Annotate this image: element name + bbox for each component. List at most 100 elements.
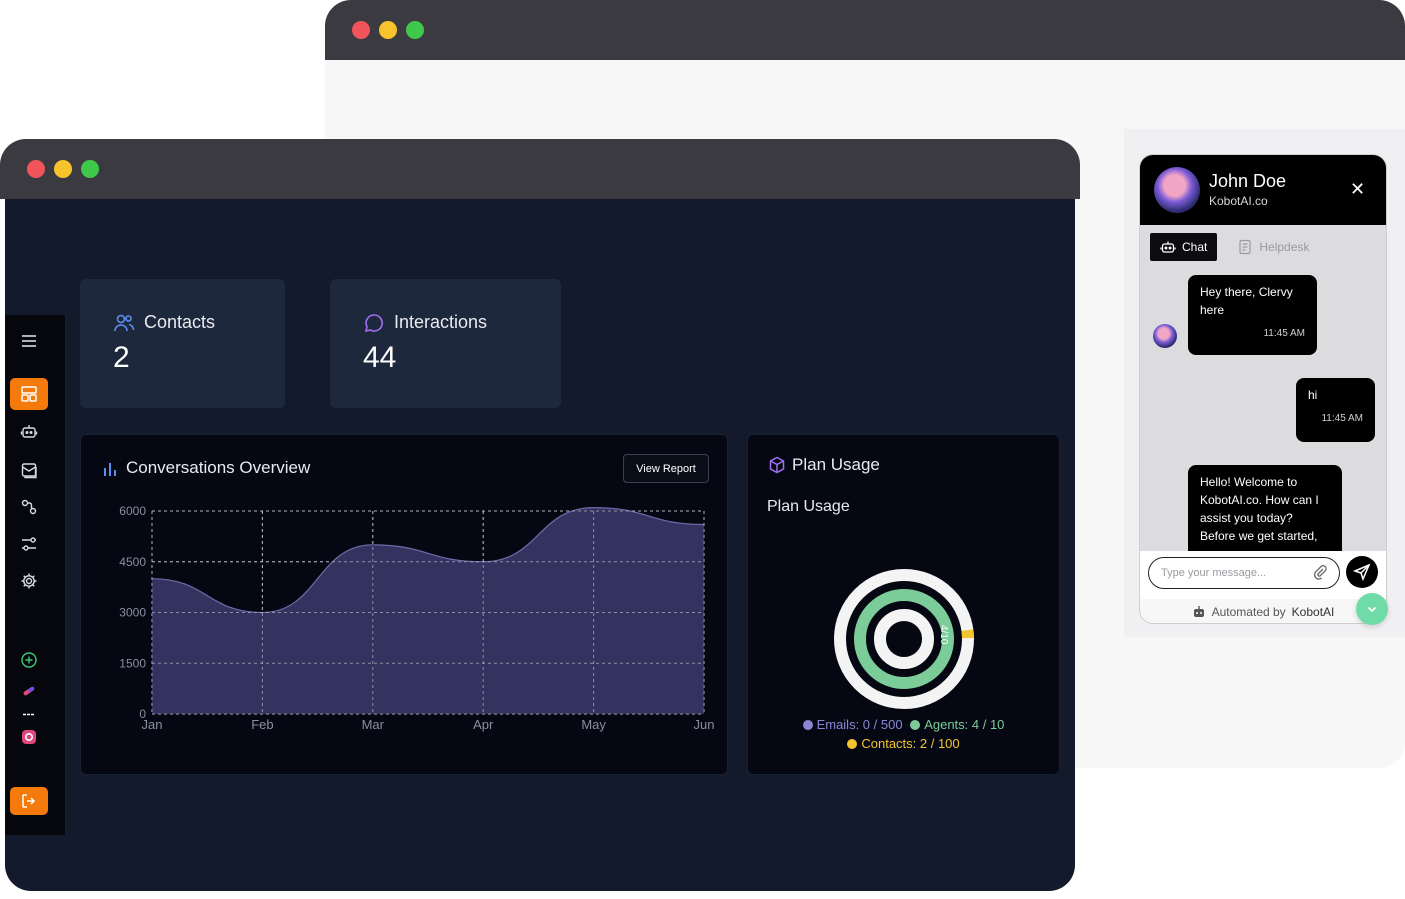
- widget-footer: Automated by KobotAI: [1140, 599, 1386, 623]
- view-report-button[interactable]: View Report: [623, 454, 709, 483]
- document-icon: [1239, 239, 1251, 255]
- message-time: 11:45 AM: [1263, 328, 1305, 339]
- x-tick-label: Mar: [362, 717, 385, 732]
- dashboard-icon: [21, 386, 37, 402]
- plan-usage-panel: Plan Usage Plan Usage 4/10 Emails: 0 / 5…: [747, 434, 1060, 775]
- close-icon[interactable]: ✕: [1350, 179, 1365, 200]
- ring-track-inner: [874, 609, 934, 669]
- menu-button[interactable]: [10, 325, 48, 357]
- bar-chart-icon: [104, 463, 116, 476]
- contacts-value: 2: [113, 341, 130, 374]
- gear-icon: [21, 573, 37, 589]
- sidebar: [5, 315, 66, 835]
- send-icon: [1353, 563, 1371, 581]
- legend-contacts: Contacts: 2 / 100: [847, 736, 960, 751]
- chat-tabs: Chat Helpdesk: [1150, 233, 1319, 261]
- chevron-down-icon: [1367, 606, 1377, 613]
- background-window-titlebar: [325, 0, 1405, 60]
- conversations-title: Conversations Overview: [126, 458, 311, 477]
- plan-usage-subtitle: Plan Usage: [767, 498, 850, 515]
- y-tick-label: 4500: [119, 555, 146, 569]
- contacts-card[interactable]: Contacts 2: [80, 279, 285, 408]
- sidebar-item-integration-1[interactable]: [10, 681, 48, 701]
- interactions-label: Interactions: [394, 312, 488, 332]
- x-tick-label: May: [581, 717, 606, 732]
- slack-icon: [23, 686, 35, 696]
- minimize-window-dot[interactable]: [379, 21, 397, 39]
- instagram-icon: [22, 730, 36, 744]
- legend-agents: Agents: 4 / 10: [910, 717, 1004, 732]
- flow-icon: [21, 499, 37, 515]
- agent-name: John Doe: [1209, 171, 1287, 191]
- maximize-window-dot[interactable]: [406, 21, 424, 39]
- sidebar-item-integration-3[interactable]: [10, 727, 48, 747]
- message-time: 11:45 AM: [1321, 413, 1363, 424]
- legend-dot: [910, 719, 921, 730]
- robot-icon: [1193, 606, 1204, 617]
- x-tick-label: Jan: [142, 717, 163, 732]
- sidebar-item-dashboard[interactable]: [10, 378, 48, 410]
- maximize-window-dot[interactable]: [81, 160, 99, 178]
- users-icon: [114, 314, 135, 332]
- background-window-content: [325, 60, 1405, 130]
- sidebar-item-inbox[interactable]: [10, 454, 48, 486]
- hamburger-icon: [22, 335, 36, 347]
- box-icon: [769, 456, 785, 474]
- sidebar-item-integration-2[interactable]: [10, 705, 48, 725]
- send-button[interactable]: [1346, 556, 1378, 588]
- bot-message: Hello! Welcome to KobotAI.co. How can I …: [1188, 465, 1342, 551]
- close-window-dot[interactable]: [352, 21, 370, 39]
- message-composer: [1140, 551, 1386, 599]
- bot-message-avatar: [1153, 324, 1177, 348]
- legend-label: Agents: 4 / 10: [924, 717, 1005, 732]
- plus-circle-icon: [21, 652, 37, 668]
- logout-button[interactable]: [10, 787, 48, 815]
- dashboard-browser-window: Contacts 2 Interactions 44 Conversations…: [0, 139, 1080, 891]
- scroll-down-button[interactable]: [1356, 593, 1388, 625]
- interactions-card[interactable]: Interactions 44: [330, 279, 561, 408]
- series-area: [152, 507, 704, 714]
- close-window-dot[interactable]: [27, 160, 45, 178]
- conversations-area-chart: 60004500300015000Jan Feb Mar Apr May Jun: [119, 504, 715, 732]
- inbox-icon: [21, 463, 37, 479]
- contacts-label: Contacts: [144, 312, 216, 332]
- tab-helpdesk[interactable]: Helpdesk: [1227, 233, 1319, 261]
- interactions-value: 44: [363, 341, 397, 374]
- sidebar-item-bots[interactable]: [10, 415, 48, 447]
- sidebar-item-settings[interactable]: [10, 565, 48, 597]
- background-window-controls: [352, 21, 424, 39]
- add-integration-button[interactable]: [10, 644, 48, 676]
- message-text: Hello! Welcome to KobotAI.co. How can I …: [1200, 475, 1319, 543]
- conversations-overview-panel: Conversations Overview View Report 6000 4…: [80, 434, 728, 775]
- dashboard-body: Contacts 2 Interactions 44 Conversations…: [5, 199, 1075, 891]
- calendly-icon: [22, 712, 36, 718]
- plan-usage-title: Plan Usage: [792, 455, 880, 474]
- plan-usage-legend-row2: Contacts: 2 / 100: [748, 736, 1059, 752]
- y-tick-label: 1500: [119, 656, 146, 670]
- legend-dot: [802, 719, 813, 730]
- bot-message: Hey there, Clervy here 11:45 AM: [1188, 275, 1317, 355]
- legend-dot: [847, 738, 858, 749]
- sidebar-item-flows[interactable]: [10, 491, 48, 523]
- x-tick-label: Jun: [694, 717, 715, 732]
- minimize-window-dot[interactable]: [54, 160, 72, 178]
- dashboard-window-controls: [27, 160, 99, 178]
- agent-company: KobotAI.co: [1209, 194, 1268, 208]
- chat-bubble-icon: [364, 314, 383, 333]
- chat-widget: John Doe KobotAI.co ✕ Chat Helpdesk Hey …: [1139, 154, 1387, 624]
- x-tick-label: Apr: [473, 717, 494, 732]
- legend-label: Contacts: 2 / 100: [861, 736, 960, 751]
- footer-prefix: Automated by: [1211, 605, 1286, 619]
- bot-icon: [1160, 241, 1176, 253]
- footer-brand[interactable]: KobotAI: [1292, 605, 1335, 619]
- legend-emails: Emails: 0 / 500: [802, 717, 903, 732]
- tab-helpdesk-label: Helpdesk: [1259, 240, 1310, 254]
- y-tick-label: 3000: [119, 606, 146, 620]
- attachment-icon[interactable]: [1312, 564, 1328, 580]
- logout-icon: [22, 794, 36, 808]
- chat-header: John Doe KobotAI.co ✕: [1140, 155, 1386, 225]
- plan-usage-ring-chart: 4/10: [834, 569, 974, 709]
- sliders-icon: [22, 537, 36, 551]
- sidebar-item-filters[interactable]: [10, 528, 48, 560]
- tab-chat[interactable]: Chat: [1150, 233, 1218, 261]
